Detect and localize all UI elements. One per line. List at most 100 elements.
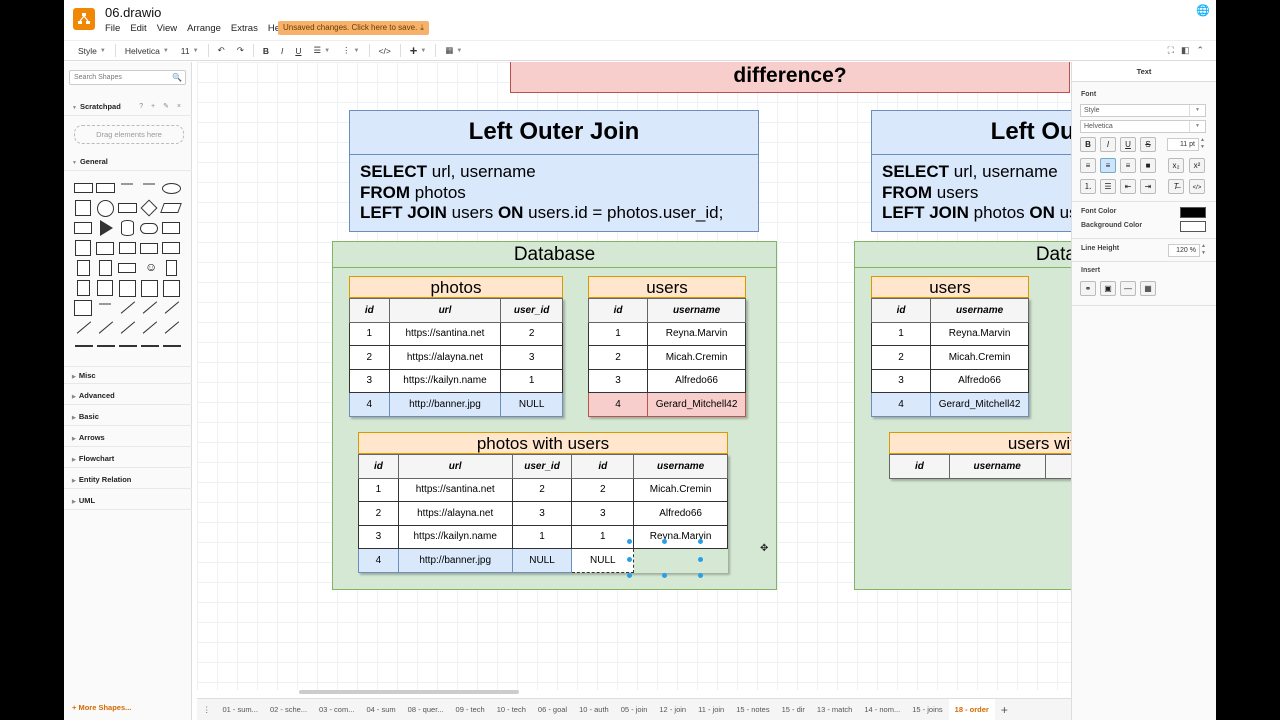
- line-height-input[interactable]: 120 %: [1168, 244, 1200, 257]
- column-header[interactable]: id: [889, 454, 950, 479]
- column-header[interactable]: username: [647, 298, 746, 323]
- page-tab[interactable]: 03 - com...: [313, 699, 360, 720]
- table-row[interactable]: 2 Micah.Cremin: [870, 345, 1029, 370]
- table-cell[interactable]: NULL: [500, 392, 563, 417]
- section-basic[interactable]: ▶ Basic: [64, 408, 192, 426]
- table-cell[interactable]: 4: [358, 548, 399, 573]
- section-uml[interactable]: ▶ UML: [64, 492, 192, 510]
- scratchpad-tools[interactable]: ? + ✎ ×: [139, 98, 184, 116]
- table-cell[interactable]: 4: [870, 392, 932, 417]
- insert-dropdown[interactable]: + ▼: [404, 41, 433, 60]
- format-panel-icon[interactable]: ◧: [1181, 45, 1190, 56]
- rectangle-shape-icon[interactable]: [98, 260, 112, 276]
- table-cell[interactable]: 1: [358, 477, 399, 502]
- column-header[interactable]: id: [870, 298, 932, 323]
- table-row[interactable]: 1 https://santina.net 2 2 Micah.Cremin: [358, 477, 728, 502]
- align-right-button[interactable]: ≡: [1120, 158, 1136, 173]
- rectangle-shape-icon[interactable]: [162, 279, 180, 297]
- table-cell[interactable]: 1: [587, 321, 649, 346]
- section-arrows[interactable]: ▶ Arrows: [64, 429, 192, 447]
- page-tab[interactable]: 04 - sum: [360, 699, 401, 720]
- table-cell[interactable]: 2: [500, 321, 563, 346]
- horizontal-scrollbar[interactable]: [299, 690, 519, 694]
- vertical-align-dropdown[interactable]: ⋮ ▼: [336, 41, 365, 60]
- table-cell[interactable]: Gerard_Mitchell42: [647, 392, 746, 417]
- table-cell[interactable]: Alfredo66: [633, 501, 728, 526]
- page-tab[interactable]: 06 - goal: [532, 699, 573, 720]
- table-row[interactable]: 1 https://santina.net 2: [349, 321, 563, 346]
- justify-button[interactable]: ■: [1140, 158, 1156, 173]
- format-panel-tab-text[interactable]: Text: [1072, 62, 1216, 82]
- table-cell[interactable]: 3: [358, 524, 399, 549]
- menu-view[interactable]: View: [157, 23, 177, 34]
- table-cell[interactable]: Micah.Cremin: [633, 477, 728, 502]
- parallelogram-shape-icon[interactable]: [160, 203, 182, 213]
- photos-with-users-table[interactable]: id url user_id id username 1 https://santina.n…: [358, 454, 728, 573]
- table-cell[interactable]: Reyna.Marvin: [633, 524, 728, 549]
- table-cell[interactable]: https://alayna.net: [388, 345, 502, 370]
- column-header[interactable]: username: [930, 298, 1029, 323]
- cloud-shape-icon[interactable]: [140, 222, 158, 234]
- unsaved-changes-button[interactable]: Unsaved changes. Click here to save. ⤓: [278, 21, 429, 35]
- menu-extras[interactable]: Extras: [231, 23, 258, 34]
- resize-handle[interactable]: [662, 539, 667, 544]
- users-table[interactable]: id username 1 Reyna.Marvin 2 Micah.Cremin 3 Alf…: [587, 298, 746, 417]
- table-cell[interactable]: Gerard_Mitchell42: [930, 392, 1029, 417]
- table-cell[interactable]: 3: [349, 368, 390, 393]
- html-button[interactable]: </>: [373, 41, 397, 60]
- table-cell[interactable]: NULL: [571, 548, 635, 573]
- menu-file[interactable]: File: [105, 23, 120, 34]
- table-cell[interactable]: 3: [511, 501, 573, 526]
- underline-button[interactable]: U: [289, 41, 307, 60]
- table-row[interactable]: 2 Micah.Cremin: [587, 345, 746, 370]
- bold-button[interactable]: B: [257, 41, 275, 60]
- table-cell[interactable]: 3: [571, 501, 635, 526]
- search-icon[interactable]: 🔍: [172, 71, 182, 84]
- table-cell[interactable]: NULL: [511, 548, 573, 573]
- scratchpad-header[interactable]: ▼ Scratchpad ? + ✎ ×: [64, 98, 192, 116]
- fullscreen-icon[interactable]: ⛶: [1168, 45, 1174, 56]
- subscript-button[interactable]: x₂: [1168, 158, 1184, 173]
- table-cell[interactable]: http://banner.jpg: [388, 392, 502, 417]
- table-cell[interactable]: 4: [349, 392, 390, 417]
- diagram-canvas[interactable]: difference? Left Outer Join SELECT url, …: [197, 62, 1071, 690]
- page-tab[interactable]: 12 - join: [653, 699, 692, 720]
- page-tab[interactable]: 18 - order: [948, 699, 995, 720]
- table-cell[interactable]: Micah.Cremin: [647, 345, 746, 370]
- file-name[interactable]: 06.drawio: [105, 5, 161, 20]
- more-shapes-button[interactable]: + More Shapes...: [72, 703, 131, 712]
- rectangle-shape-icon[interactable]: [118, 279, 136, 297]
- page-tab[interactable]: 02 - sche...: [264, 699, 313, 720]
- table-cell[interactable]: 1: [571, 524, 635, 549]
- cylinder-shape-icon[interactable]: [120, 220, 134, 236]
- italic-button[interactable]: I: [1100, 137, 1116, 152]
- strikethrough-button[interactable]: S: [1140, 137, 1156, 152]
- table-row[interactable]: 4 Gerard_Mitchell42: [870, 392, 1029, 417]
- column-header[interactable]: id: [349, 298, 390, 323]
- rectangle-shape-icon[interactable]: [118, 263, 136, 273]
- difference-banner[interactable]: difference?: [510, 62, 1070, 93]
- resize-handle[interactable]: [627, 573, 632, 578]
- collapse-icon[interactable]: ⌃: [1196, 45, 1204, 56]
- triangle-shape-icon[interactable]: [100, 220, 113, 236]
- table-cell[interactable]: 4: [587, 392, 649, 417]
- users-table-title[interactable]: users: [588, 276, 746, 298]
- photos-table-title[interactable]: photos: [349, 276, 563, 298]
- underline-button[interactable]: U: [1120, 137, 1136, 152]
- rectangle-shape-icon[interactable]: [162, 222, 180, 234]
- pages-menu-icon[interactable]: ⋮: [197, 699, 217, 720]
- rectangle-shape-icon[interactable]: [95, 183, 115, 193]
- table-cell[interactable]: https://santina.net: [388, 321, 502, 346]
- table-cell[interactable]: 1: [511, 524, 573, 549]
- menu-edit[interactable]: Edit: [130, 23, 146, 34]
- diamond-shape-icon[interactable]: [140, 199, 158, 217]
- rectangle-shape-icon[interactable]: [97, 280, 113, 296]
- page-tab[interactable]: 15 - notes: [730, 699, 775, 720]
- font-size-dropdown[interactable]: 11 ▼: [175, 41, 205, 60]
- line-shape-icon[interactable]: [98, 321, 114, 334]
- line-shape-icon[interactable]: [142, 321, 158, 334]
- font-color-swatch[interactable]: [1180, 207, 1206, 218]
- rectangle-shape-icon[interactable]: [140, 279, 158, 297]
- rectangle-shape-icon[interactable]: [96, 241, 114, 255]
- hexagon-shape-icon[interactable]: [74, 222, 92, 234]
